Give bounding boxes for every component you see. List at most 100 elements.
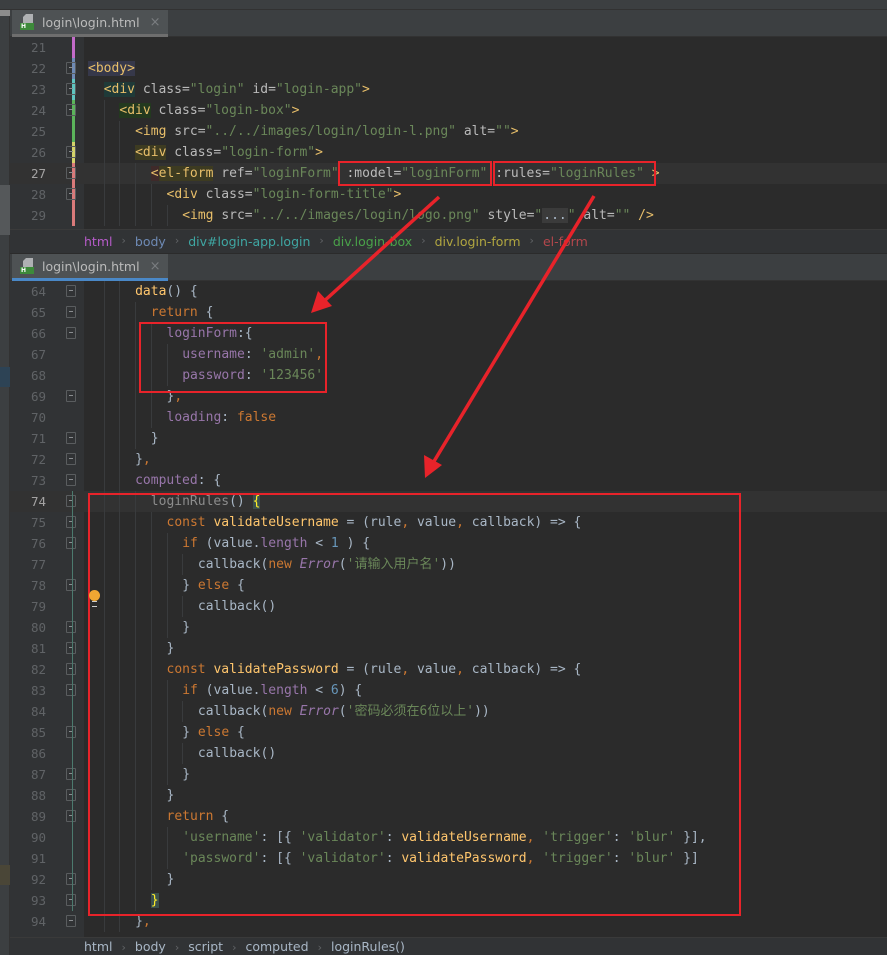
fold-toggle-icon[interactable] <box>66 453 76 465</box>
code-line[interactable]: 94}, <box>10 911 887 932</box>
indent-guide <box>103 785 105 806</box>
fold-toggle-icon[interactable] <box>66 663 76 675</box>
fold-toggle-icon[interactable] <box>66 810 76 822</box>
vcs-change-marker <box>72 121 75 142</box>
fold-toggle-icon[interactable] <box>66 474 76 486</box>
fold-toggle-icon[interactable] <box>66 83 76 95</box>
fold-toggle-icon[interactable] <box>66 104 76 116</box>
code-line[interactable]: 88} <box>10 785 887 806</box>
fold-toggle-icon[interactable] <box>66 537 76 549</box>
scroll-marker <box>0 865 10 885</box>
code-line[interactable]: 23 <div class="login" id="login-app"> <box>10 79 887 100</box>
fold-toggle-icon[interactable] <box>66 390 76 402</box>
fold-toggle-icon[interactable] <box>66 146 76 158</box>
code-line[interactable]: 69}, <box>10 386 887 407</box>
fold-toggle-icon[interactable] <box>66 726 76 738</box>
code-line[interactable]: 92} <box>10 869 887 890</box>
fold-toggle-icon[interactable] <box>66 915 76 927</box>
code-line[interactable]: 72}, <box>10 449 887 470</box>
code-line[interactable]: 91 'password': [{ 'validator': validatePa… <box>10 848 887 869</box>
fold-toggle-icon[interactable] <box>66 495 76 507</box>
code-line[interactable]: 65 return { <box>10 302 887 323</box>
breadcrumb-item[interactable]: html <box>84 938 112 955</box>
breadcrumb-item[interactable]: body <box>135 230 166 253</box>
code-token: (value. <box>197 536 261 551</box>
breadcrumb-item[interactable]: div.login-box <box>333 230 412 253</box>
code-token: ( <box>338 704 347 719</box>
fold-toggle-icon[interactable] <box>66 306 76 318</box>
code-line[interactable]: 75 const validateUsername = (rule, value,… <box>10 512 887 533</box>
close-icon[interactable]: × <box>150 15 161 30</box>
code-line[interactable]: 79 callback() <box>10 596 887 617</box>
code-line[interactable]: 22 <body> <box>10 58 887 79</box>
indent-guide <box>166 680 168 701</box>
breadcrumb-item[interactable]: div#login-app.login <box>188 230 310 253</box>
breadcrumb-item[interactable]: loginRules() <box>331 938 405 955</box>
code-token: } <box>150 893 159 908</box>
code-line[interactable]: 25 <img src="../../images/login/login-l.p… <box>10 121 887 142</box>
breadcrumb-item[interactable]: div.login-form <box>435 230 521 253</box>
code-line[interactable]: 76 if (value.length < 1 ) { <box>10 533 887 554</box>
code-line[interactable]: 26 <div class="login-form"> <box>10 142 887 163</box>
breadcrumb-item[interactable]: computed <box>245 938 308 955</box>
code-line[interactable]: 81} <box>10 638 887 659</box>
code-line[interactable]: 87} <box>10 764 887 785</box>
code-line[interactable]: 66 loginForm:{ <box>10 323 887 344</box>
code-line[interactable]: 90 'username': [{ 'validator': validateUs… <box>10 827 887 848</box>
code-line[interactable]: 64 data() { <box>10 281 887 302</box>
fold-toggle-icon[interactable] <box>66 873 76 885</box>
code-line[interactable]: 80} <box>10 617 887 638</box>
line-number: 94 <box>30 914 46 929</box>
code-line[interactable]: 29 <img src="../../images/login/logo.png"… <box>10 205 887 226</box>
fold-toggle-icon[interactable] <box>66 684 76 696</box>
fold-toggle-icon[interactable] <box>66 516 76 528</box>
code-line[interactable]: 78} else { <box>10 575 887 596</box>
top-code-editor[interactable]: 21 22 <body> 23 <div class="login" id="login… <box>10 37 887 229</box>
code-line[interactable]: 93} <box>10 890 887 911</box>
code-line[interactable]: 71} <box>10 428 887 449</box>
fold-toggle-icon[interactable] <box>66 642 76 654</box>
chevron-right-icon: › <box>232 941 237 954</box>
code-token: } <box>182 725 198 740</box>
tab-label: login\login.html <box>42 14 140 30</box>
code-line[interactable]: 24 <div class="login-box"> <box>10 100 887 121</box>
code-line[interactable]: 89 return { <box>10 806 887 827</box>
fold-toggle-icon[interactable] <box>66 62 76 74</box>
fold-toggle-icon[interactable] <box>66 789 76 801</box>
code-line[interactable]: 84 callback(new Error('密码必须在6位以上')) <box>10 701 887 722</box>
breadcrumb-item[interactable]: script <box>188 938 223 955</box>
code-line[interactable]: 70 loading: false <box>10 407 887 428</box>
code-token: alt= <box>575 208 615 223</box>
code-line[interactable]: 67 username: 'admin', <box>10 344 887 365</box>
code-token: value <box>409 515 457 530</box>
breadcrumb-item[interactable]: body <box>135 938 166 955</box>
tab-login-html-top[interactable]: H login\login.html × <box>12 10 169 37</box>
code-line[interactable]: 77 callback(new Error('请输入用户名')) <box>10 554 887 575</box>
code-line[interactable]: 68 password: '123456' <box>10 365 887 386</box>
code-line[interactable]: 83 if (value.length < 6) { <box>10 680 887 701</box>
fold-toggle-icon[interactable] <box>66 894 76 906</box>
tab-login-html-bottom[interactable]: H login\login.html × <box>12 254 169 281</box>
code-line[interactable]: 74 loginRules() { <box>10 491 887 512</box>
fold-toggle-icon[interactable] <box>66 579 76 591</box>
fold-toggle-icon[interactable] <box>66 768 76 780</box>
code-line[interactable]: 82 const validatePassword = (rule, value,… <box>10 659 887 680</box>
fold-toggle-icon[interactable] <box>66 285 76 297</box>
fold-toggle-icon[interactable] <box>66 432 76 444</box>
fold-toggle-icon[interactable] <box>66 188 76 200</box>
code-line[interactable]: 86 callback() <box>10 743 887 764</box>
fold-toggle-icon[interactable] <box>66 167 76 179</box>
bottom-code-editor[interactable]: 64 data() {65 return {66 loginForm:{67 usern… <box>10 281 887 937</box>
breadcrumb-item[interactable]: html <box>84 230 112 253</box>
breadcrumb-item[interactable]: el-form <box>543 230 588 253</box>
code-line[interactable]: 85} else { <box>10 722 887 743</box>
code-line[interactable]: 21 <box>10 37 887 58</box>
code-line[interactable]: 73 computed: { <box>10 470 887 491</box>
code-line[interactable]: 27 <el-form ref="loginForm" :model="login… <box>10 163 887 184</box>
fold-toggle-icon[interactable] <box>66 621 76 633</box>
code-token: } <box>166 641 175 656</box>
lightbulb-icon[interactable] <box>89 590 100 607</box>
close-icon[interactable]: × <box>150 259 161 274</box>
code-line[interactable]: 28 <div class="login-form-title"> <box>10 184 887 205</box>
fold-toggle-icon[interactable] <box>66 327 76 339</box>
